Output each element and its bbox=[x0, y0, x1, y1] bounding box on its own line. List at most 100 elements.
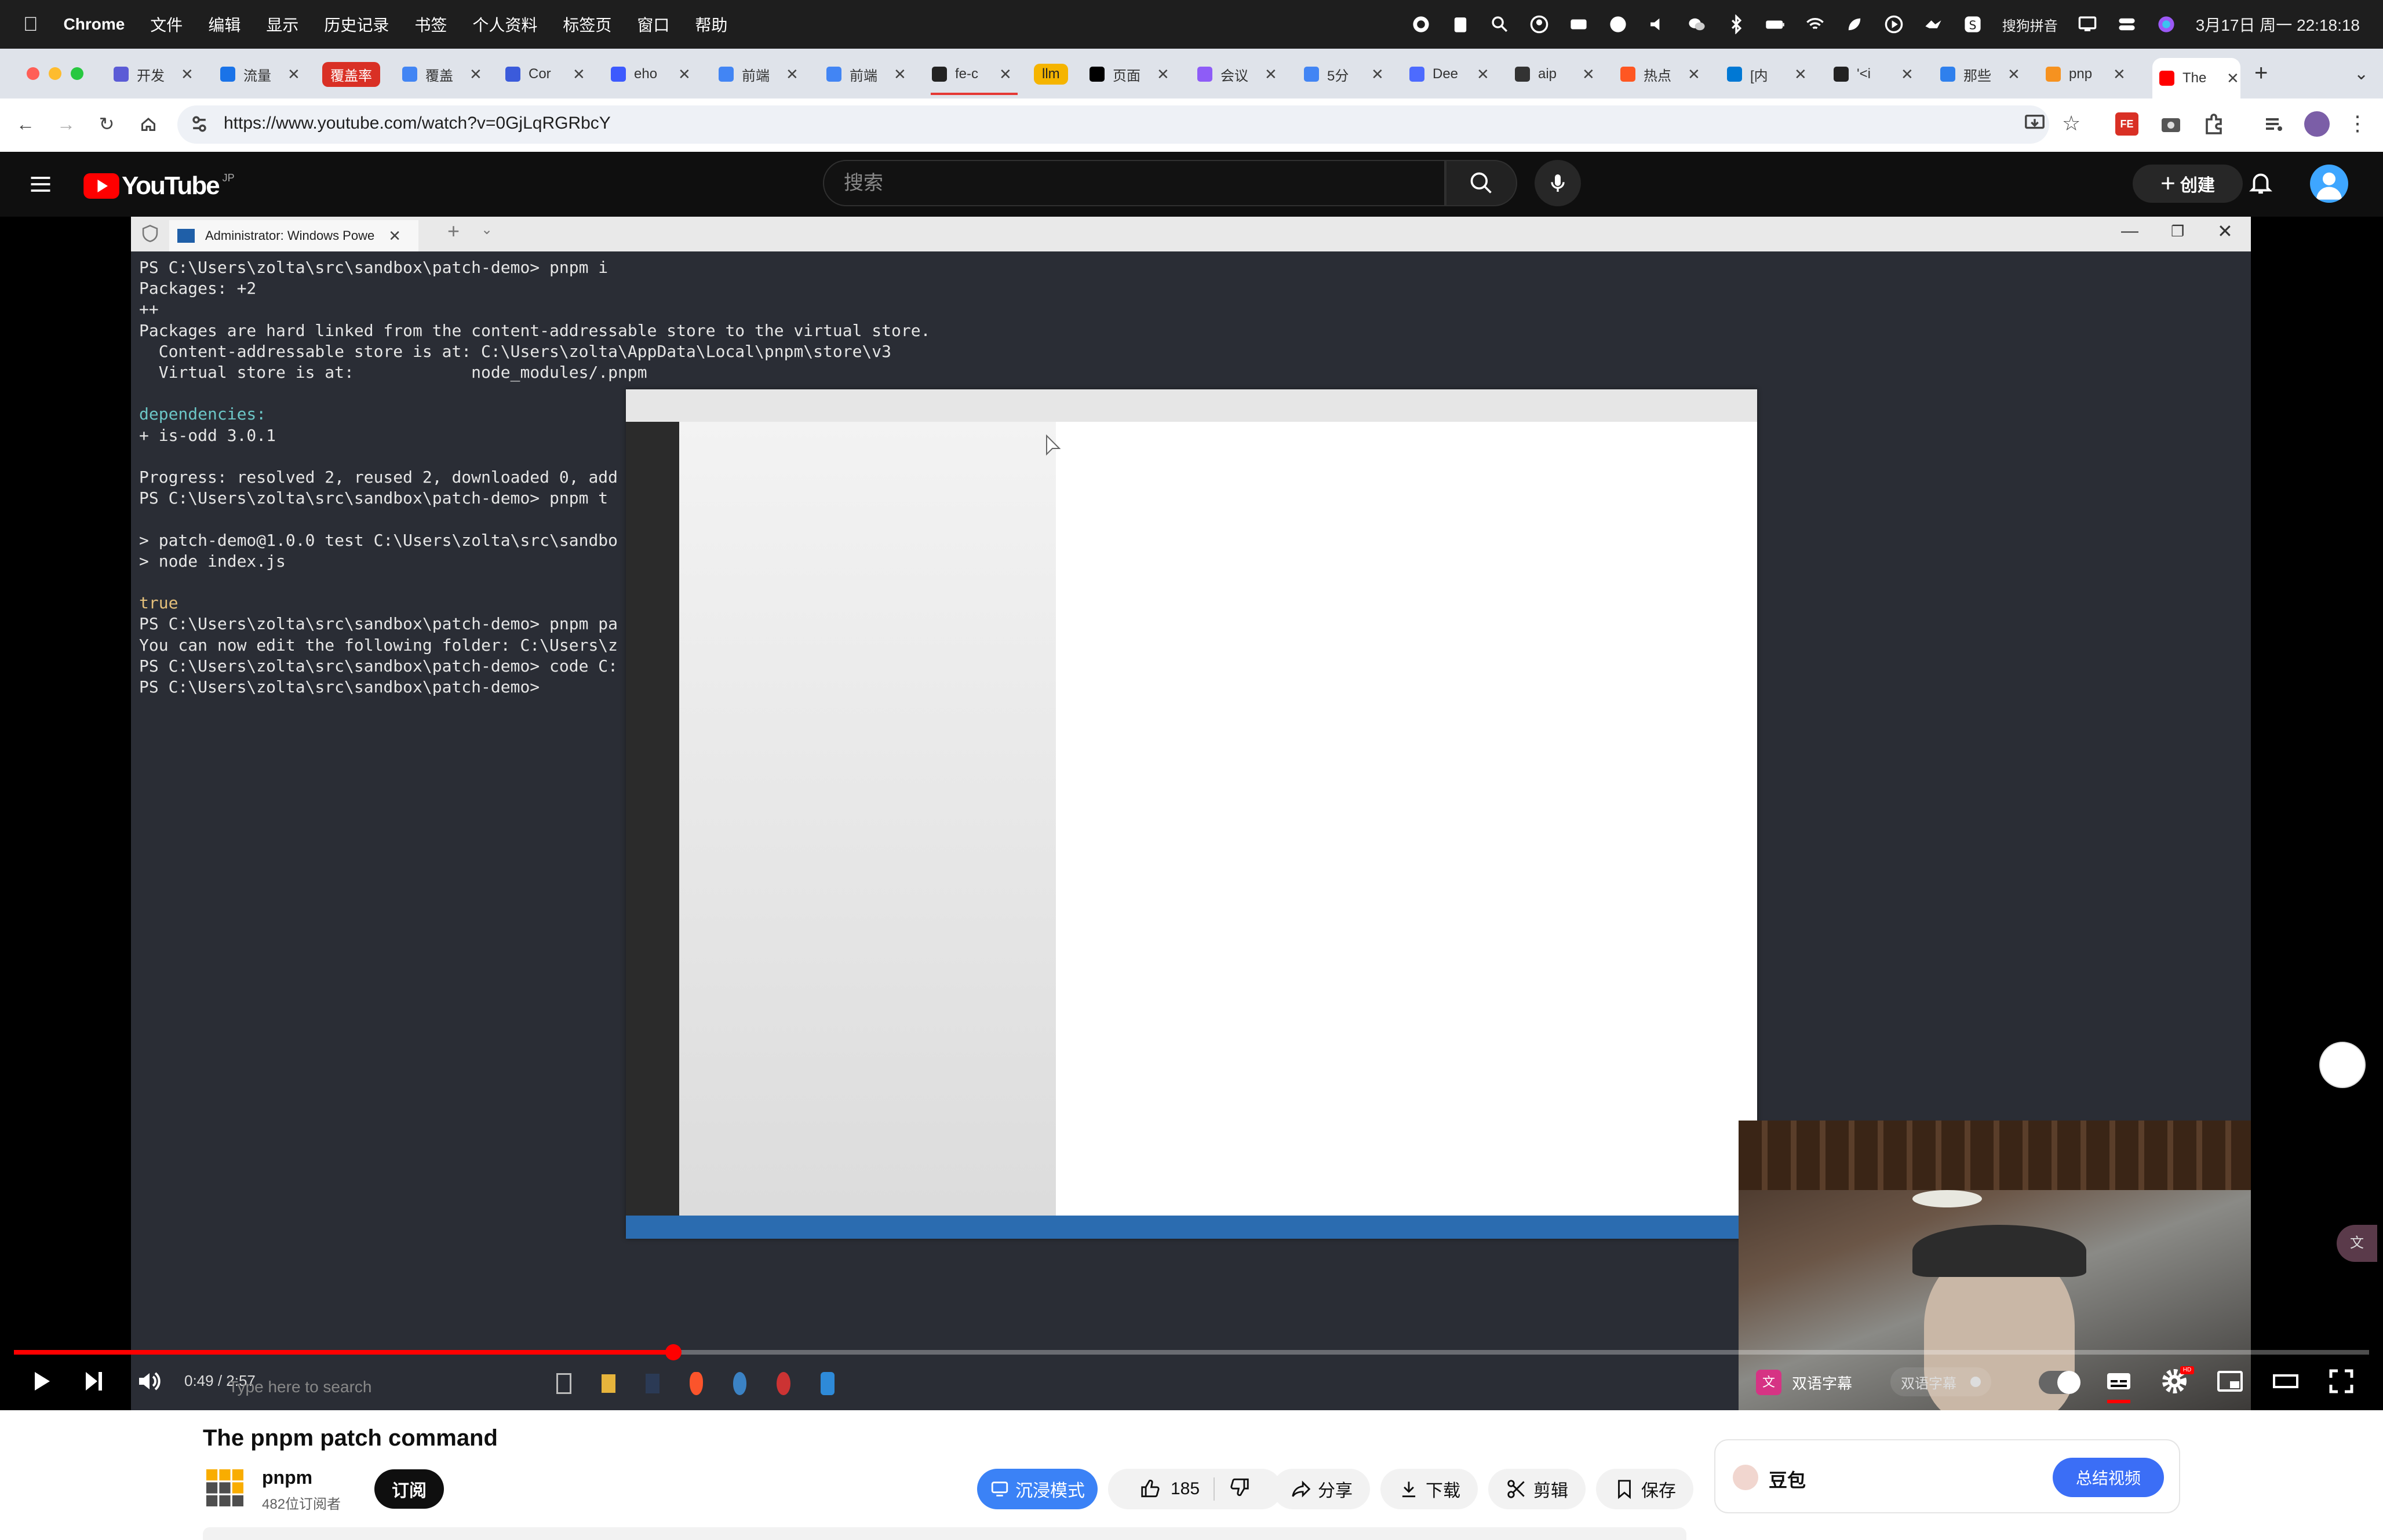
menu-item-profiles[interactable]: 个人资料 bbox=[472, 13, 537, 36]
video-player[interactable]: Administrator: Windows Powe ✕ + ⌄ — ❐ ✕ … bbox=[0, 217, 2383, 1410]
address-bar[interactable]: https://www.youtube.com/watch?v=0GjLqRGR… bbox=[177, 105, 2080, 144]
wifi-icon[interactable] bbox=[1805, 14, 1825, 34]
tab-14[interactable]: aip ✕ bbox=[1515, 58, 1595, 90]
play-button[interactable] bbox=[25, 1366, 56, 1396]
tab-1[interactable]: 流量 ✕ bbox=[220, 58, 300, 90]
tab-close-icon[interactable]: ✕ bbox=[1157, 65, 1169, 83]
tab-2[interactable]: 覆盖率 bbox=[322, 58, 380, 90]
tab-11[interactable]: 会议 ✕ bbox=[1197, 58, 1277, 90]
download-button[interactable]: 下载 bbox=[1380, 1469, 1478, 1509]
tab-close-icon[interactable]: ✕ bbox=[1371, 65, 1384, 83]
user-circle-icon[interactable] bbox=[1529, 14, 1549, 34]
subtitles-button[interactable] bbox=[2104, 1366, 2134, 1396]
menu-item-tabs[interactable]: 标签页 bbox=[563, 13, 611, 36]
tab-0[interactable]: 开发 ✕ bbox=[114, 58, 194, 90]
tab-close-icon[interactable]: ✕ bbox=[469, 65, 482, 83]
close-window-button[interactable] bbox=[27, 67, 39, 80]
tab-8[interactable]: fe-c ✕ bbox=[932, 58, 1012, 90]
save-button[interactable]: 保存 bbox=[1596, 1469, 1693, 1509]
leaf-icon[interactable] bbox=[1845, 14, 1864, 34]
volume-button[interactable] bbox=[134, 1366, 165, 1396]
bilingual-subtitle-mode[interactable]: 双语字幕 bbox=[1890, 1367, 1991, 1396]
youtube-logo[interactable]: YouTube JP bbox=[83, 171, 235, 200]
tab-close-icon[interactable]: ✕ bbox=[2007, 65, 2020, 83]
media-controls-icon[interactable] bbox=[2262, 112, 2286, 138]
aperture-icon[interactable] bbox=[1608, 14, 1628, 34]
theater-mode-button[interactable] bbox=[2271, 1366, 2301, 1396]
menu-item-help[interactable]: 帮助 bbox=[695, 13, 727, 36]
install-app-icon[interactable] bbox=[2024, 112, 2046, 137]
minimize-icon[interactable]: — bbox=[2121, 221, 2138, 241]
close-icon[interactable]: ✕ bbox=[2217, 220, 2233, 242]
next-button[interactable] bbox=[79, 1366, 109, 1396]
site-info-icon[interactable] bbox=[189, 114, 210, 137]
like-button[interactable]: 185 bbox=[1139, 1478, 1200, 1500]
description-box[interactable] bbox=[203, 1527, 1686, 1540]
tab-10[interactable]: 页面 ✕ bbox=[1090, 58, 1169, 90]
tab-close-icon[interactable]: ✕ bbox=[1688, 65, 1700, 83]
tab-close-icon[interactable]: ✕ bbox=[181, 65, 194, 83]
ime-label[interactable]: 搜狗拼音 bbox=[2002, 14, 2058, 35]
menu-item-bookmarks[interactable]: 书签 bbox=[414, 13, 447, 36]
bookmark-star-icon[interactable]: ☆ bbox=[2062, 111, 2080, 136]
menu-item-file[interactable]: 文件 bbox=[150, 13, 183, 36]
search-input[interactable]: 搜索 bbox=[823, 160, 1445, 206]
tab-20[interactable]: The ✕ bbox=[2152, 58, 2240, 98]
immersive-mode-button[interactable]: 沉浸模式 bbox=[977, 1469, 1098, 1509]
tab-3[interactable]: 覆盖 ✕ bbox=[402, 58, 482, 90]
clipboard-icon[interactable] bbox=[1451, 14, 1470, 34]
new-terminal-tab-icon[interactable]: + bbox=[447, 219, 460, 243]
dropdown-chevron-icon[interactable]: ⌄ bbox=[481, 221, 493, 238]
tab-close-icon[interactable]: ✕ bbox=[2227, 70, 2239, 87]
tab-4[interactable]: Cor ✕ bbox=[505, 58, 585, 90]
dislike-button[interactable] bbox=[1229, 1476, 1251, 1502]
tab-close-icon[interactable]: ✕ bbox=[2113, 65, 2126, 83]
extensions-puzzle-icon[interactable] bbox=[2202, 112, 2225, 138]
summarize-video-button[interactable]: 总结视频 bbox=[2053, 1458, 2164, 1497]
sogou-icon[interactable]: S bbox=[1963, 14, 1983, 34]
tab-18[interactable]: 那些 ✕ bbox=[1940, 58, 2020, 90]
tab-19[interactable]: pnp ✕ bbox=[2046, 58, 2126, 90]
tab-5[interactable]: eho ✕ bbox=[611, 58, 691, 90]
tab-close-icon[interactable]: ✕ bbox=[1794, 65, 1807, 83]
tab-close-icon[interactable]: ✕ bbox=[678, 65, 691, 83]
voice-search-button[interactable] bbox=[1535, 160, 1581, 206]
share-button[interactable]: 分享 bbox=[1273, 1469, 1370, 1509]
play-circle-icon[interactable] bbox=[1884, 14, 1904, 34]
fullscreen-button[interactable] bbox=[2326, 1366, 2356, 1396]
tab-close-icon[interactable]: ✕ bbox=[1901, 65, 1914, 83]
menu-item-window[interactable]: 窗口 bbox=[637, 13, 669, 36]
create-button[interactable]: + 创建 bbox=[2133, 165, 2243, 203]
channel-avatar[interactable] bbox=[206, 1469, 243, 1506]
card-icon[interactable] bbox=[1569, 14, 1588, 34]
miniplayer-button[interactable] bbox=[2215, 1366, 2245, 1396]
menu-clock[interactable]: 3月17日 周一 22:18:18 bbox=[2196, 13, 2360, 36]
channel-name[interactable]: pnpm bbox=[262, 1467, 312, 1488]
wechat-icon[interactable] bbox=[1687, 14, 1707, 34]
tab-close-icon[interactable]: ✕ bbox=[1582, 65, 1595, 83]
close-tab-icon[interactable]: ✕ bbox=[388, 227, 401, 245]
extension-camera-icon[interactable] bbox=[2159, 112, 2182, 138]
tab-17[interactable]: '<i ✕ bbox=[1834, 58, 1914, 90]
mute-icon[interactable] bbox=[1648, 14, 1667, 34]
tab-16[interactable]: [内 ✕ bbox=[1727, 58, 1807, 90]
tab-13[interactable]: Dee ✕ bbox=[1409, 58, 1489, 90]
scrubber-handle[interactable] bbox=[665, 1344, 682, 1360]
notifications-bell-icon[interactable] bbox=[2247, 169, 2274, 199]
control-center-icon[interactable] bbox=[2117, 14, 2137, 34]
tab-close-icon[interactable]: ✕ bbox=[573, 65, 585, 83]
tab-7[interactable]: 前端 ✕ bbox=[826, 58, 906, 90]
hamburger-menu-icon[interactable] bbox=[28, 171, 53, 200]
profile-avatar[interactable] bbox=[2304, 111, 2330, 137]
tab-close-icon[interactable]: ✕ bbox=[894, 65, 906, 83]
chrome-menu-icon[interactable]: ⋮ bbox=[2347, 111, 2368, 136]
search-button[interactable] bbox=[1445, 160, 1517, 206]
apple-icon[interactable]:  bbox=[23, 13, 38, 36]
search-icon[interactable] bbox=[1490, 14, 1510, 34]
restore-icon[interactable]: ❐ bbox=[2171, 222, 2184, 240]
account-avatar[interactable] bbox=[2310, 165, 2348, 203]
extension-fe-icon[interactable]: FE bbox=[2115, 112, 2138, 136]
tab-15[interactable]: 热点 ✕ bbox=[1620, 58, 1700, 90]
bluetooth-icon[interactable] bbox=[1726, 14, 1746, 34]
tab-6[interactable]: 前端 ✕ bbox=[719, 58, 799, 90]
